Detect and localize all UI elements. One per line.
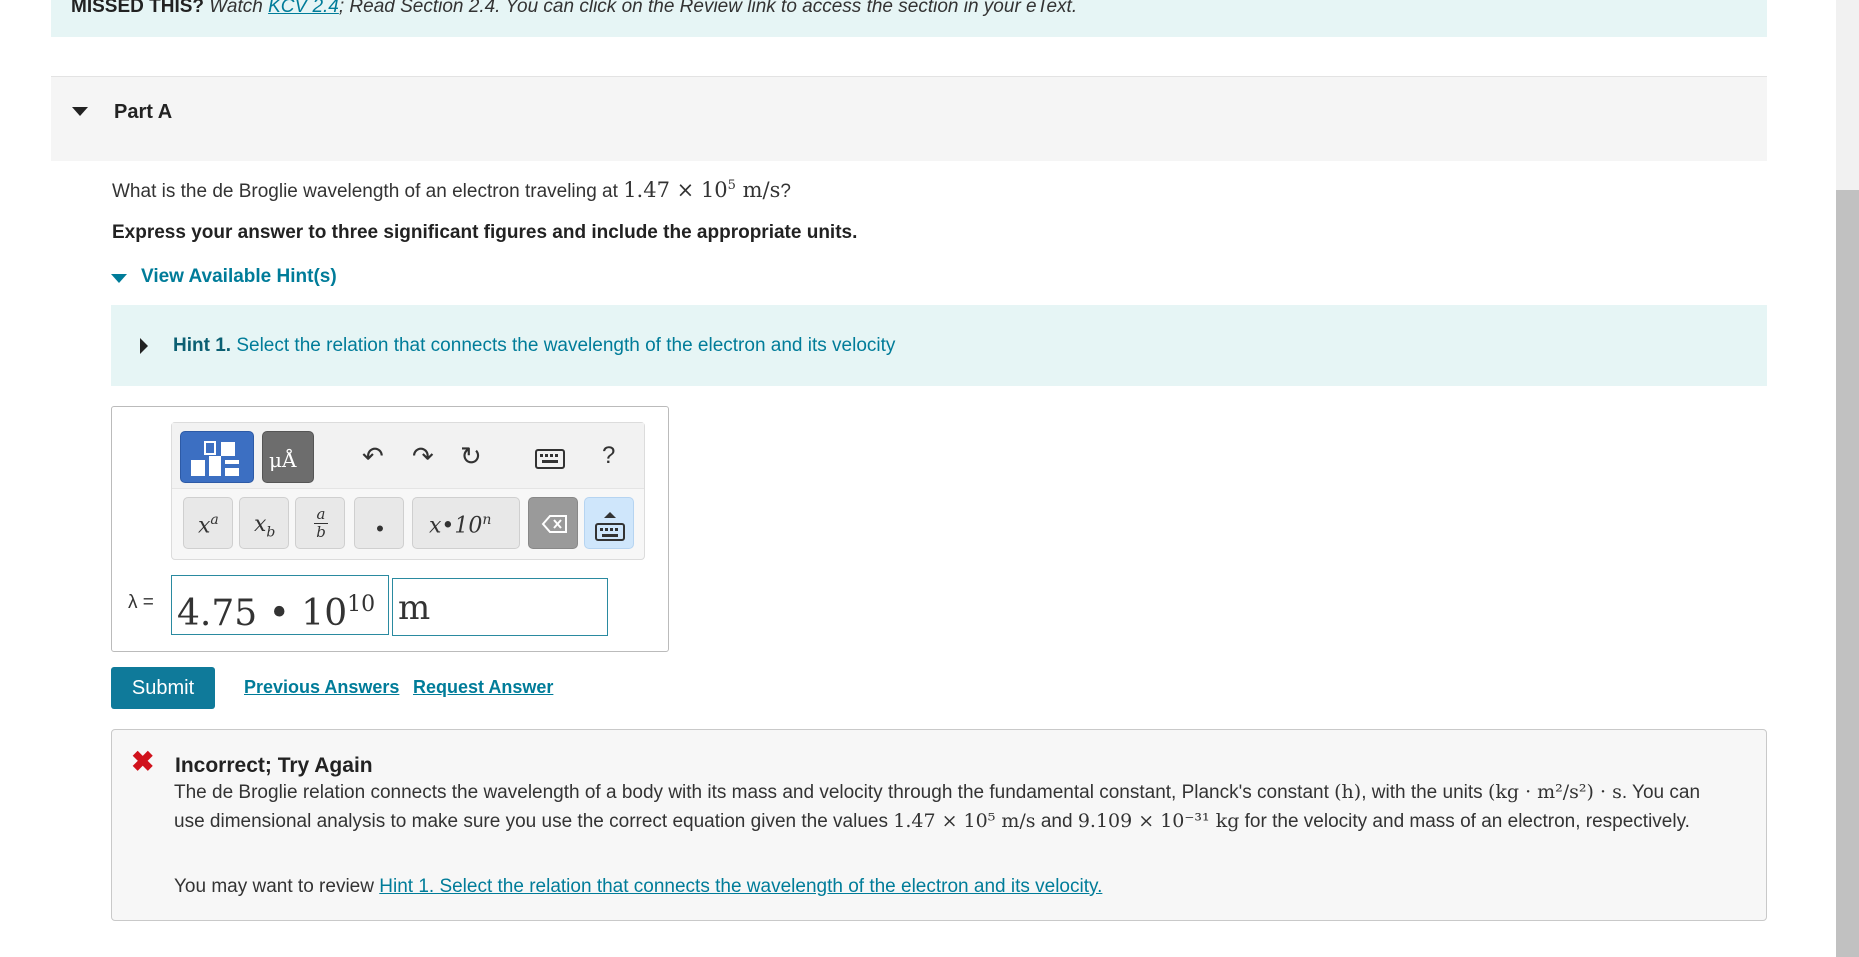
question-prompt: What is the de Broglie wavelength of an … <box>112 181 618 202</box>
hint-1-label: Hint 1. <box>173 335 232 356</box>
redo-icon[interactable]: ↷ <box>412 443 434 469</box>
multiplication-dot-key[interactable]: • <box>354 497 404 549</box>
view-hints-toggle[interactable]: View Available Hint(s) <box>141 266 337 288</box>
backspace-key[interactable] <box>528 497 578 549</box>
fraction-numerator: a <box>316 505 326 523</box>
fraction-key[interactable]: a b <box>295 497 345 549</box>
reset-icon[interactable]: ↻ <box>460 443 482 469</box>
hint-1-text[interactable]: Hint 1. Select the relation that connect… <box>173 335 895 357</box>
planck-symbol: (h) <box>1334 781 1362 803</box>
feedback-title: Incorrect; Try Again <box>175 754 373 777</box>
question-end: ? <box>780 181 791 202</box>
sci-key-label: x•10 <box>429 513 483 539</box>
value-exponent: 10 <box>347 592 376 617</box>
templates-icon <box>191 441 239 476</box>
subscript-key[interactable]: xb <box>239 497 289 549</box>
math-toolbar: μÅ ↶ ↷ ↻ ? xa xb a b • x•10n <box>171 422 645 560</box>
hint-expand-caret-icon[interactable] <box>140 338 148 354</box>
keyboard-toggle-icon <box>595 512 625 541</box>
previous-answers-link[interactable]: Previous Answers <box>244 677 399 698</box>
sci-key-exponent: n <box>482 512 492 528</box>
part-header[interactable] <box>51 76 1767 161</box>
feedback-body-4: for the velocity and mass of an electron… <box>1244 811 1690 832</box>
review-text: You may want to review Hint 1. Select th… <box>174 876 1102 898</box>
submit-button[interactable]: Submit <box>111 667 215 709</box>
units-button[interactable]: μÅ <box>262 431 314 483</box>
value-base: 10 <box>301 593 348 634</box>
keyboard-icon-graphic <box>535 449 565 469</box>
units-button-label: μÅ <box>269 448 297 472</box>
planck-units: (kg · m²/s²) · s <box>1487 781 1622 803</box>
subscript-sub: b <box>266 524 276 541</box>
feedback-body: The de Broglie relation connects the wav… <box>174 778 1724 836</box>
fraction-denominator: b <box>316 523 326 541</box>
lambda-label: λ = <box>128 592 154 613</box>
question-times: × <box>676 178 695 202</box>
question-velocity-base: 10 <box>700 178 728 202</box>
dot-key-label: • <box>376 516 384 541</box>
part-title: Part A <box>114 101 173 123</box>
and-text: and <box>1040 811 1073 832</box>
incorrect-x-icon: ✖ <box>131 746 155 777</box>
collapse-caret-icon[interactable] <box>72 107 88 116</box>
keyboard-toggle-key[interactable] <box>584 497 634 549</box>
review-prefix: You may want to review <box>174 876 374 897</box>
value-input[interactable]: 4.75 • 1010 <box>171 575 389 635</box>
help-button[interactable]: ? <box>602 443 615 469</box>
instruction-text: Express your answer to three significant… <box>112 222 858 243</box>
value-mantissa: 4.75 <box>177 593 258 634</box>
superscript-exponent: a <box>210 512 219 528</box>
scrollbar-thumb[interactable] <box>1836 190 1859 957</box>
question-velocity-units: m/s <box>742 178 781 202</box>
templates-button[interactable] <box>180 431 254 483</box>
hints-caret-icon[interactable] <box>111 274 127 283</box>
mass-value: 9.109 × 10⁻³¹ kg <box>1077 810 1240 832</box>
missed-this-banner: MISSED THIS? Watch KCV 2.4; Read Section… <box>51 0 1767 37</box>
hint-1-description: Select the relation that connects the wa… <box>236 335 896 356</box>
scientific-notation-key[interactable]: x•10n <box>412 497 520 549</box>
feedback-body-1: The de Broglie relation connects the wav… <box>174 782 1329 803</box>
banner-rest-text: ; Read Section 2.4. You can click on the… <box>338 0 1078 17</box>
undo-icon[interactable]: ↶ <box>362 443 384 469</box>
value-dot: • <box>268 593 290 634</box>
kcv-link[interactable]: KCV 2.4 <box>268 0 339 17</box>
units-input[interactable]: m <box>392 578 608 636</box>
missed-label: MISSED THIS? <box>71 0 205 17</box>
velocity-value: 1.47 × 10⁵ m/s <box>893 810 1036 832</box>
question-velocity-exponent: 5 <box>727 178 736 193</box>
backspace-icon <box>541 515 567 533</box>
review-hint-link[interactable]: Hint 1. Select the relation that connect… <box>379 876 1102 897</box>
subscript-base: x <box>254 512 267 537</box>
request-answer-link[interactable]: Request Answer <box>413 677 553 698</box>
keyboard-icon[interactable] <box>535 447 565 473</box>
question-velocity-mantissa: 1.47 <box>623 178 670 202</box>
question-text: What is the de Broglie wavelength of an … <box>112 178 791 203</box>
superscript-base: x <box>198 513 211 539</box>
feedback-body-2: , with the units <box>1361 782 1483 803</box>
watch-text: Watch <box>209 0 263 17</box>
superscript-key[interactable]: xa <box>183 497 233 549</box>
